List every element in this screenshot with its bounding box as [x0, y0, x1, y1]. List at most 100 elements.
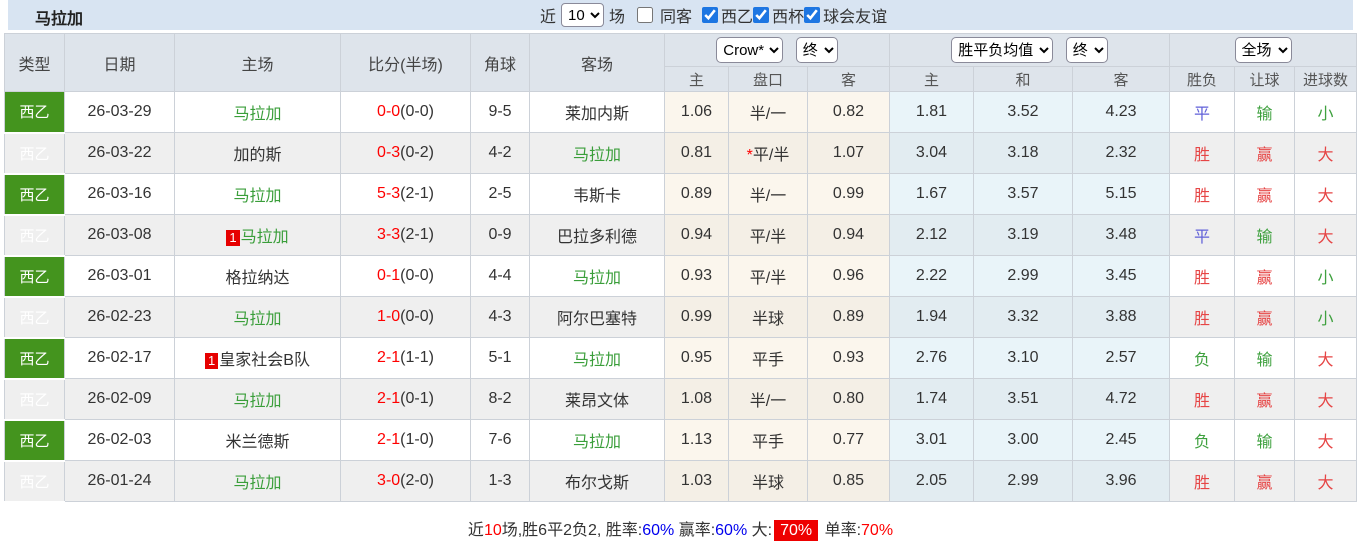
mean-type-select[interactable]: 胜平负均值: [951, 37, 1054, 63]
filter-copa[interactable]: 西杯: [753, 3, 804, 27]
team-name: 马拉加: [233, 188, 282, 205]
fulltime-score: 0-1: [377, 267, 401, 284]
filter-liga2[interactable]: 西乙: [702, 3, 753, 27]
date-cell: 26-03-16: [64, 173, 175, 215]
friendly-checkbox[interactable]: [804, 6, 821, 23]
summary-segment-blue: 60%: [715, 521, 748, 539]
result-cell: 平: [1169, 91, 1236, 133]
score-cell: 0-0(0-0): [340, 91, 471, 133]
result-cell: 胜: [1169, 460, 1236, 502]
avg-away-odds-cell: 3.45: [1071, 255, 1171, 297]
liga2-checkbox[interactable]: [702, 6, 719, 23]
team-name: 莱昂文体: [564, 393, 629, 410]
filter-same-venue[interactable]: 同客: [637, 3, 692, 27]
avg-home-odds-cell: 3.04: [889, 132, 974, 174]
handicap-away-odds-cell: 0.77: [807, 419, 890, 461]
col-header-type: 类型: [4, 33, 65, 92]
team-name: 马拉加: [572, 270, 621, 287]
avg-away-odds-cell: 2.57: [1071, 337, 1171, 379]
table-row: 西乙 26-03-22 加的斯 0-3(0-2) 4-2 马拉加 0.81 *平/半 1.07 3…: [4, 131, 1358, 175]
summary-segment-red: 10: [483, 521, 502, 539]
subheader-goals-result: 进球数: [1294, 66, 1358, 92]
friendly-label: 球会友谊: [823, 8, 888, 26]
handicap-home-odds-cell: 0.99: [664, 296, 729, 338]
team-name: 布尔戈斯: [564, 475, 629, 492]
avg-home-odds-cell: 1.94: [889, 296, 974, 338]
away-team-cell: 马拉加: [529, 255, 665, 297]
goals-result-cell: 大: [1294, 337, 1358, 379]
filter-friendly[interactable]: 球会友谊: [804, 3, 887, 27]
goals-result-cell: 大: [1294, 460, 1358, 502]
handicap-result-cell: 输: [1234, 337, 1296, 379]
result-cell: 平: [1169, 214, 1236, 256]
recent-count-select[interactable]: 10: [561, 3, 605, 27]
summary-segment-dark: 赢率:: [674, 521, 716, 539]
team-name: 马拉加: [233, 393, 282, 410]
handicap-home-odds-cell: 1.08: [664, 378, 729, 420]
handicap-line-cell: 半/一: [728, 173, 808, 215]
corner-cell: 7-6: [470, 419, 530, 461]
goals-result-cell: 大: [1294, 419, 1358, 461]
halftime-score: (0-0): [400, 308, 434, 325]
team-name: 马拉加: [233, 475, 282, 492]
subheader-mean-away: 客: [1071, 66, 1171, 92]
date-cell: 26-02-03: [64, 419, 175, 461]
score-cell: 2-1(1-1): [340, 337, 471, 379]
date-cell: 26-02-17: [64, 337, 175, 379]
handicap-line-cell: 平手: [728, 419, 808, 461]
copa-checkbox[interactable]: [753, 6, 770, 23]
home-team-cell: 格拉纳达: [174, 255, 341, 297]
fulltime-score: 1-0: [377, 308, 401, 325]
col-header-home: 主场: [174, 33, 341, 92]
table-row: 西乙 26-02-09 马拉加 2-1(0-1) 8-2 莱昂文体 1.08 半/一 0.80 1…: [4, 377, 1358, 421]
odds-stage-select[interactable]: 终: [795, 37, 838, 63]
away-team-cell: 韦斯卡: [529, 173, 665, 215]
league-cell: 西乙: [4, 172, 65, 216]
mean-stage-select[interactable]: 终: [1065, 37, 1108, 63]
result-cell: 负: [1169, 419, 1236, 461]
team-name: 马拉加: [572, 352, 621, 369]
scope-select[interactable]: 全场: [1234, 37, 1292, 63]
score-cell: 0-3(0-2): [340, 132, 471, 174]
subheader-mean-home: 主: [889, 66, 974, 92]
handicap-away-odds-cell: 0.89: [807, 296, 890, 338]
avg-draw-odds-cell: 3.51: [973, 378, 1073, 420]
handicap-result-cell: 赢: [1234, 378, 1296, 420]
subheader-odds-away: 客: [807, 66, 890, 92]
handicap-home-odds-cell: 1.13: [664, 419, 729, 461]
handicap-result-cell: 赢: [1234, 173, 1296, 215]
corner-cell: 0-9: [470, 214, 530, 256]
corner-cell: 4-4: [470, 255, 530, 297]
home-team-cell: 加的斯: [174, 132, 341, 174]
same-venue-checkbox[interactable]: [637, 6, 654, 23]
date-cell: 26-03-29: [64, 91, 175, 133]
halftime-score: (0-0): [400, 267, 434, 284]
league-cell: 西乙: [4, 91, 65, 134]
summary-segment-dark: 单率:: [820, 521, 862, 539]
recent-label-prefix: 近: [540, 9, 557, 26]
avg-draw-odds-cell: 3.32: [973, 296, 1073, 338]
matches-table: 类型 日期 主场 比分(半场) 角球 客场 Crow* 终 胜平负均值 终 全场…: [4, 33, 1358, 503]
handicap-result-cell: 赢: [1234, 296, 1296, 338]
league-cell: 西乙: [4, 377, 65, 421]
handicap-away-odds-cell: 0.85: [807, 460, 890, 502]
handicap-line-cell: 半球: [728, 296, 808, 338]
table-row: 西乙 26-02-03 米兰德斯 2-1(1-0) 7-6 马拉加 1.13 平手 0.77 3.…: [4, 418, 1358, 462]
halftime-score: (2-1): [400, 185, 434, 202]
odds-company-select[interactable]: Crow*: [716, 37, 784, 63]
avg-home-odds-cell: 2.12: [889, 214, 974, 256]
fulltime-score: 0-0: [377, 103, 401, 120]
handicap-result-cell: 输: [1234, 214, 1296, 256]
handicap-line-cell: 平/半: [728, 255, 808, 297]
handicap-result-cell: 赢: [1234, 255, 1296, 297]
team-name: 米兰德斯: [225, 434, 290, 451]
league-cell: 西乙: [4, 418, 65, 462]
team-name: 格拉纳达: [225, 270, 290, 287]
table-row: 西乙 26-03-29 马拉加 0-0(0-0) 9-5 莱加内斯 1.06 半/一 0.82 1…: [4, 91, 1358, 134]
summary-segment-badge: 70%: [774, 519, 819, 541]
handicap-home-odds-cell: 0.95: [664, 337, 729, 379]
away-team-cell: 莱加内斯: [529, 91, 665, 133]
away-team-cell: 布尔戈斯: [529, 460, 665, 502]
summary-segment-dark: 场,胜6平2负2, 胜率:: [501, 521, 643, 539]
result-cell: 胜: [1169, 296, 1236, 338]
